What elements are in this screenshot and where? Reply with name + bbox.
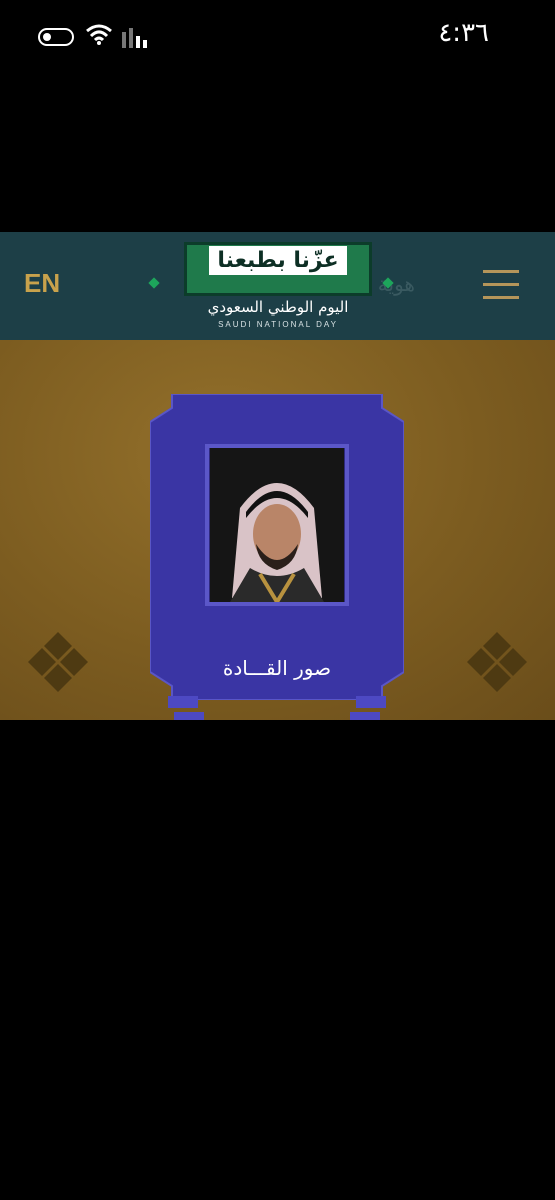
card-pattern-left-icon [168,696,204,720]
status-bar: ٤:٣٦ [0,0,555,70]
hamburger-menu-icon[interactable] [483,270,519,300]
diamond-ornament-right-icon [467,632,527,692]
logo-subtitle: اليوم الوطني السعودي [207,298,349,316]
status-time: ٤:٣٦ [438,18,489,48]
web-content: هوية اليوم الوطني · لمكاتب EN عزّنا بطبع… [0,232,555,720]
logo-tagline: SAUDI NATIONAL DAY [218,320,338,329]
site-logo[interactable]: عزّنا بطبعنا اليوم الوطني السعودي SAUDI … [168,240,388,332]
leaders-photos-label[interactable]: صور القـــادة [150,656,404,680]
signal-icon [122,28,147,48]
logo-title: عزّنا بطبعنا [209,246,347,275]
wifi-icon [86,24,112,45]
language-toggle[interactable]: EN [24,268,60,299]
leader-portrait-image [210,448,344,602]
battery-icon [38,28,74,46]
site-header: هوية اليوم الوطني · لمكاتب EN عزّنا بطبع… [0,232,555,340]
card-pattern-right-icon [350,696,386,720]
diamond-ornament-left-icon [28,632,88,692]
